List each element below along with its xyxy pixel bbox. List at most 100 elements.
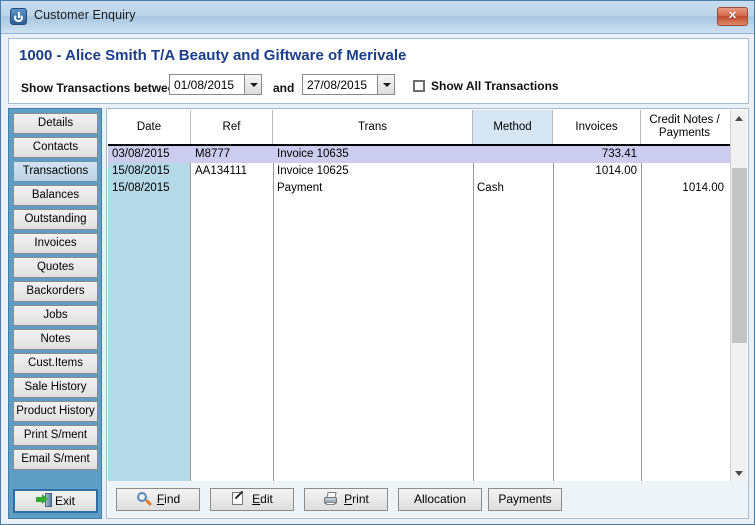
print-button[interactable]: Print <box>304 488 388 511</box>
date-from-value: 01/08/2015 <box>174 78 235 92</box>
sidebar-item-backorders[interactable]: Backorders <box>13 281 98 302</box>
table-row[interactable]: 15/08/2015 Payment Cash 1014.00 <box>108 180 731 197</box>
cell-date: 15/08/2015 <box>112 165 170 177</box>
exit-button[interactable]: Exit <box>13 489 98 513</box>
cell-ref: AA134111 <box>195 165 248 177</box>
sidebar-item-label: Backorders <box>26 285 85 297</box>
sidebar-item-label: Invoices <box>34 237 77 249</box>
date-to-combo[interactable]: 27/08/2015 <box>302 74 395 95</box>
close-button[interactable]: ✕ <box>717 7 748 26</box>
sidebar-item-print-s-ment[interactable]: Print S/ment <box>13 425 98 446</box>
column-header-credit-notes-payments[interactable]: Credit Notes / Payments <box>641 110 728 144</box>
sidebar-item-invoices[interactable]: Invoices <box>13 233 98 254</box>
sidebar-item-outstanding[interactable]: Outstanding <box>13 209 98 230</box>
printer-icon <box>323 492 339 506</box>
sidebar-item-label: Quotes <box>36 261 75 273</box>
sidebar-item-product-history[interactable]: Product History <box>13 401 98 422</box>
sidebar-item-label: Notes <box>40 333 71 345</box>
chevron-down-icon[interactable] <box>244 75 261 94</box>
payments-button[interactable]: Payments <box>488 488 562 511</box>
sidebar-item-label: Details <box>37 117 74 129</box>
exit-door-icon <box>35 493 52 507</box>
sidebar-item-jobs[interactable]: Jobs <box>13 305 98 326</box>
grid-body: 03/08/2015 M8777 Invoice 10635 733.41 15/08/… <box>108 146 731 482</box>
cell-invoices: 1014.00 <box>595 165 637 177</box>
column-header-invoices[interactable]: Invoices <box>553 110 641 144</box>
sidebar-item-label: Transactions <box>22 165 89 177</box>
allocation-button[interactable]: Allocation <box>398 488 482 511</box>
sidebar-item-label: Product History <box>16 405 95 417</box>
filter-label: Show Transactions between <box>21 81 182 95</box>
pencil-icon <box>231 490 247 506</box>
sidebar-item-label: Outstanding <box>24 213 87 225</box>
cell-credit-payments: 1014.00 <box>682 182 724 194</box>
column-header-label: Ref <box>222 120 241 133</box>
scroll-up-icon[interactable] <box>731 110 747 127</box>
cell-trans: Invoice 10635 <box>277 148 349 160</box>
page-title: 1000 - Alice Smith T/A Beauty and Giftwa… <box>19 47 407 64</box>
column-header-trans[interactable]: Trans <box>273 110 473 144</box>
exit-button-label: Exit <box>54 494 75 508</box>
transactions-grid: Date Ref Trans Method Invoices Credit Notes /… <box>108 110 731 482</box>
print-button-label: rint <box>352 492 369 506</box>
show-all-transactions-label: Show All Transactions <box>431 79 559 93</box>
cell-credit-payments <box>641 163 728 180</box>
sidebar-item-label: Jobs <box>43 309 68 321</box>
edit-button[interactable]: Edit <box>210 488 294 511</box>
find-button[interactable]: Find <box>116 488 200 511</box>
magnifier-icon <box>136 492 152 507</box>
sidebar-item-notes[interactable]: Notes <box>13 329 98 350</box>
scroll-down-icon[interactable] <box>731 465 747 482</box>
checkbox-icon[interactable] <box>413 80 425 92</box>
column-header-method[interactable]: Method <box>473 110 553 144</box>
sidebar-item-label: Print S/ment <box>23 429 88 441</box>
column-header-ref[interactable]: Ref <box>191 110 273 144</box>
cell-trans: Payment <box>277 182 323 194</box>
transactions-panel: Date Ref Trans Method Invoices Credit Notes /… <box>106 108 749 519</box>
vertical-scrollbar[interactable] <box>730 110 747 482</box>
cell-date: 15/08/2015 <box>112 182 170 194</box>
sidebar: Exit Details Contacts Transactions Balances… <box>8 108 102 519</box>
chevron-down-icon[interactable] <box>377 75 394 94</box>
power-icon <box>10 8 27 25</box>
date-from-combo[interactable]: 01/08/2015 <box>169 74 262 95</box>
column-header-label: Invoices <box>575 120 618 133</box>
sidebar-item-label: Balances <box>31 189 80 201</box>
column-header-date[interactable]: Date <box>108 110 191 144</box>
column-header-label: Credit Notes / Payments <box>649 114 720 139</box>
cell-invoices: 733.41 <box>601 148 637 160</box>
column-header-label: Trans <box>358 120 387 133</box>
find-button-label: ind <box>164 492 181 506</box>
cell-ref: M8777 <box>195 148 231 160</box>
sidebar-item-label: Contacts <box>32 141 79 153</box>
cell-credit-payments <box>641 146 728 163</box>
column-header-label: Date <box>136 120 162 133</box>
and-label: and <box>273 81 295 95</box>
print-mnemonic: P <box>344 492 353 506</box>
edit-mnemonic: E <box>252 492 261 506</box>
customer-enquiry-window: Customer Enquiry ✕ 1000 - Alice Smith T/… <box>0 0 755 525</box>
sidebar-item-email-s-ment[interactable]: Email S/ment <box>13 449 98 470</box>
sidebar-item-balances[interactable]: Balances <box>13 185 98 206</box>
sidebar-item-label: Email S/ment <box>21 453 90 465</box>
sidebar-item-sale-history[interactable]: Sale History <box>13 377 98 398</box>
scrollbar-thumb[interactable] <box>732 168 747 343</box>
sidebar-item-contacts[interactable]: Contacts <box>13 137 98 158</box>
sidebar-item-cust-items[interactable]: Cust.Items <box>13 353 98 374</box>
cell-method <box>473 163 553 180</box>
title-bar: Customer Enquiry ✕ <box>1 1 754 34</box>
cell-trans: Invoice 10625 <box>277 165 349 177</box>
filter-panel: 1000 - Alice Smith T/A Beauty and Giftwa… <box>8 38 749 104</box>
edit-button-label: dit <box>260 492 273 506</box>
sidebar-item-transactions[interactable]: Transactions <box>13 161 98 182</box>
column-header-label: Method <box>493 120 532 133</box>
sidebar-item-label: Cust.Items <box>28 357 83 369</box>
cell-date: 03/08/2015 <box>112 148 170 160</box>
sidebar-item-label: Sale History <box>24 381 87 393</box>
sidebar-item-quotes[interactable]: Quotes <box>13 257 98 278</box>
table-row[interactable]: 03/08/2015 M8777 Invoice 10635 733.41 <box>108 146 731 163</box>
bottom-toolbar: Find Edit Print Allocation Payments <box>108 481 748 517</box>
sidebar-item-details[interactable]: Details <box>13 113 98 134</box>
table-row[interactable]: 15/08/2015 AA134111 Invoice 10625 1014.00 <box>108 163 731 180</box>
cell-invoices <box>553 180 641 197</box>
